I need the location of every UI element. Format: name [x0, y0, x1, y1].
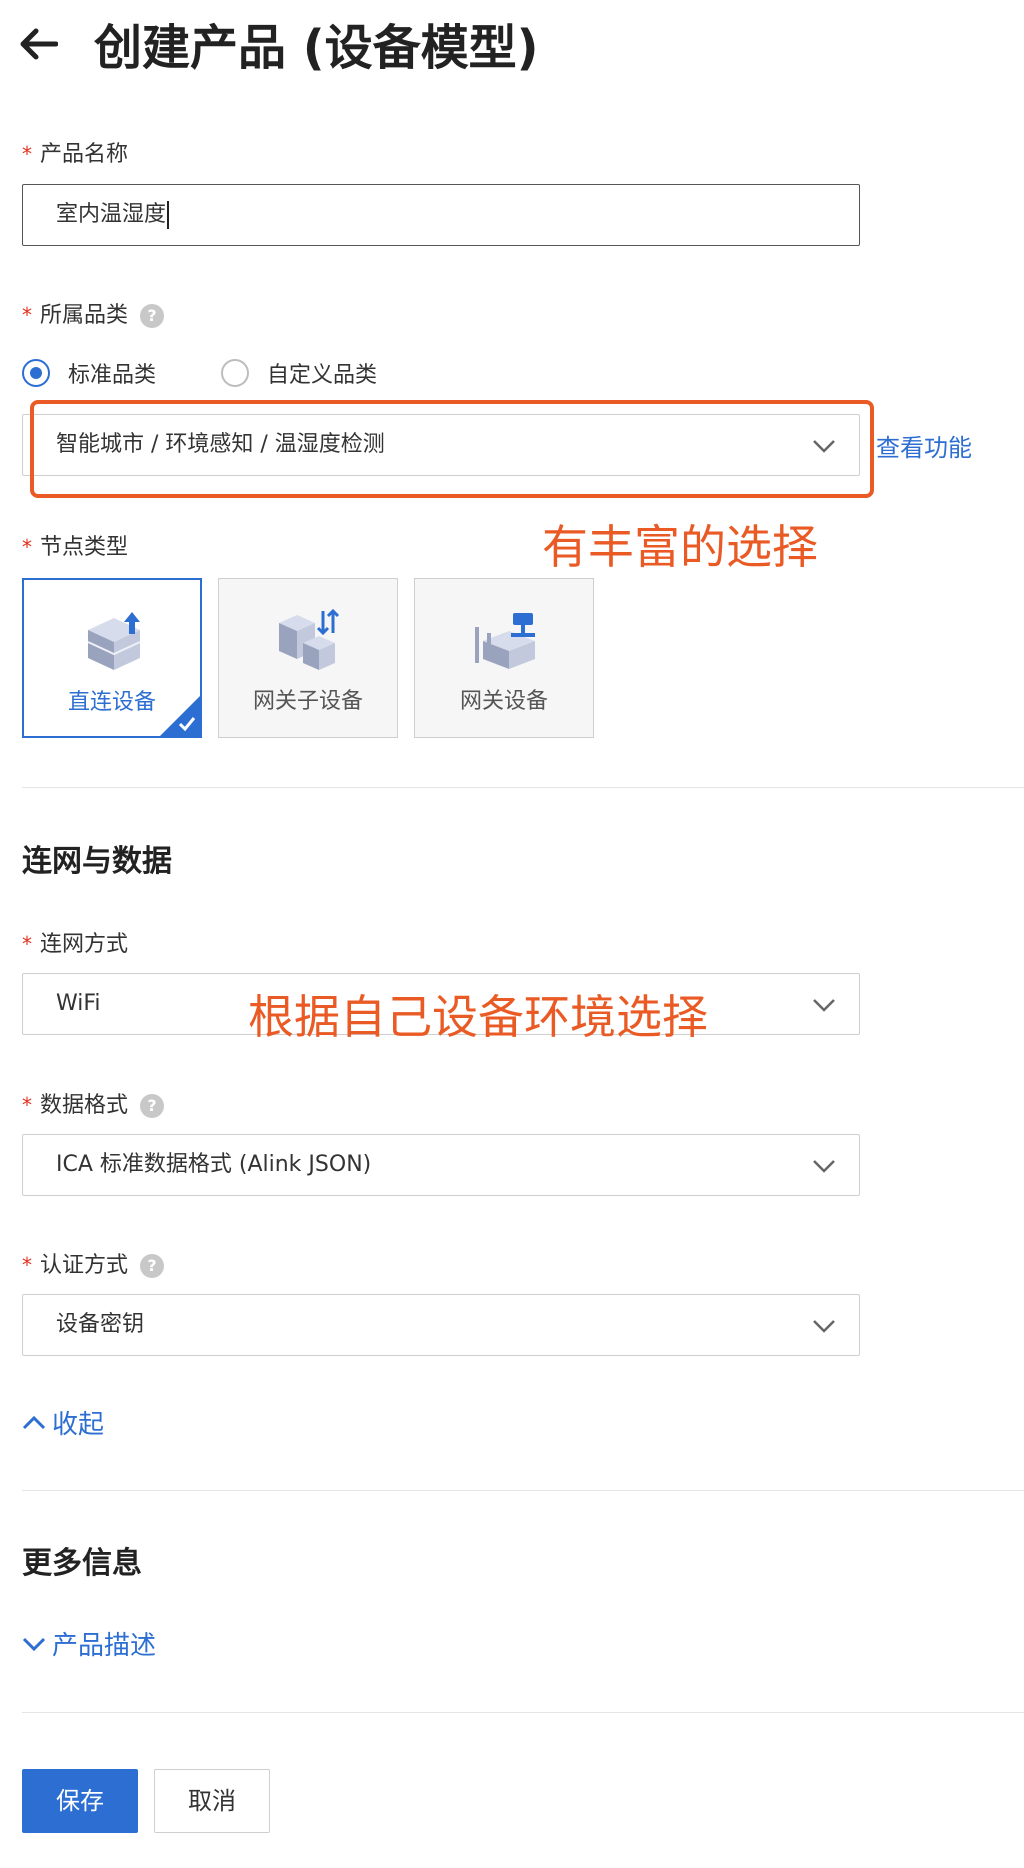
chevron-down-icon	[22, 1637, 46, 1651]
radio-unchecked-icon	[221, 359, 249, 387]
data-format-select[interactable]: ICA 标准数据格式 (Alink JSON)	[22, 1134, 860, 1196]
save-button[interactable]: 保存	[22, 1769, 138, 1833]
chevron-down-icon	[813, 1320, 835, 1333]
radio-standard-category[interactable]: 标准品类	[22, 355, 156, 391]
annotation-network-note: 根据自己设备环境选择	[248, 990, 708, 1044]
section-divider	[22, 1712, 1024, 1713]
node-card-gateway-sub-device[interactable]: 网关子设备	[218, 578, 398, 738]
gateway-device-icon	[475, 613, 535, 669]
annotation-category-note: 有丰富的选择	[542, 520, 818, 574]
selected-check-icon	[160, 696, 200, 736]
connection-label: * 连网方式	[22, 932, 129, 957]
direct-device-icon	[87, 612, 141, 670]
node-card-direct-device[interactable]: 直连设备	[22, 578, 202, 738]
product-name-label: * 产品名称	[22, 142, 129, 167]
chevron-down-icon	[813, 999, 835, 1012]
product-description-link[interactable]: 产品描述	[22, 1625, 156, 1662]
help-icon[interactable]: ?	[140, 304, 165, 328]
text-caret	[167, 201, 170, 229]
category-label: * 所属品类?	[22, 300, 165, 331]
product-name-input[interactable]: 室内温湿度	[22, 184, 860, 246]
back-arrow-icon[interactable]	[18, 26, 59, 62]
section-divider	[22, 787, 1024, 788]
network-section-title: 连网与数据	[22, 844, 172, 879]
data-format-label: * 数据格式?	[22, 1090, 165, 1121]
annotation-highlight-box	[30, 400, 874, 498]
chevron-down-icon	[813, 1160, 835, 1173]
node-card-gateway-device[interactable]: 网关设备	[414, 578, 594, 738]
required-asterisk: *	[22, 142, 32, 166]
collapse-link[interactable]: 收起	[22, 1404, 104, 1441]
view-features-link[interactable]: 查看功能	[876, 428, 972, 463]
chevron-up-icon	[22, 1415, 46, 1429]
radio-checked-icon	[22, 359, 50, 387]
more-info-section-title: 更多信息	[22, 1546, 142, 1581]
section-divider	[22, 1490, 1024, 1491]
help-icon[interactable]: ?	[140, 1254, 165, 1278]
page-title: 创建产品 (设备模型)	[94, 20, 539, 76]
radio-custom-category[interactable]: 自定义品类	[221, 355, 377, 391]
node-type-label: * 节点类型	[22, 535, 129, 560]
cancel-button[interactable]: 取消	[154, 1769, 270, 1833]
auth-select[interactable]: 设备密钥	[22, 1294, 860, 1356]
help-icon[interactable]: ?	[140, 1094, 165, 1118]
auth-label: * 认证方式?	[22, 1250, 165, 1281]
gateway-sub-device-icon	[279, 608, 340, 670]
